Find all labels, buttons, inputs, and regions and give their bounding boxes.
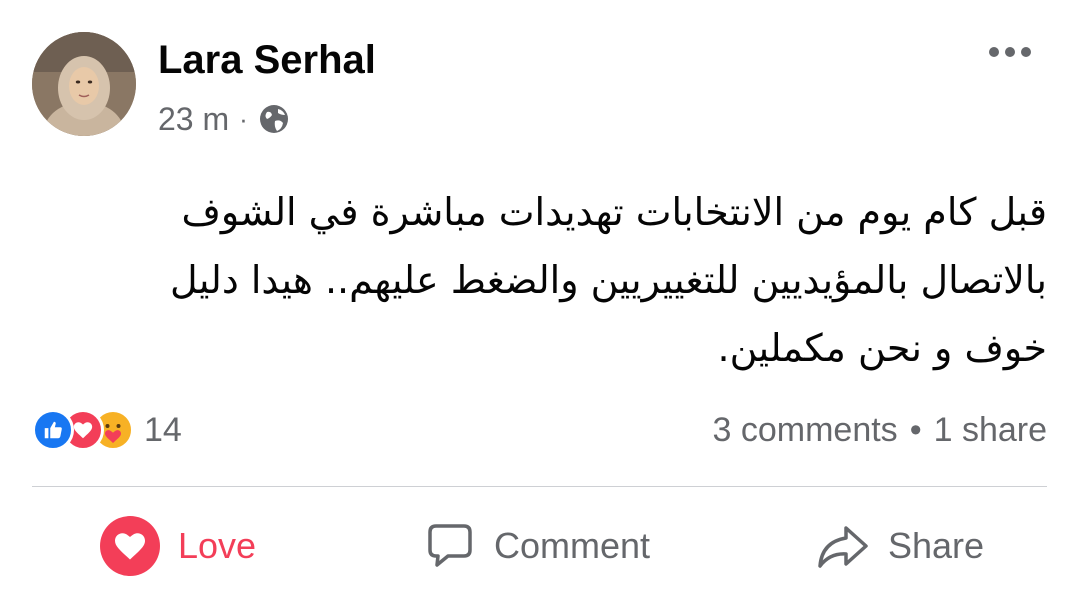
globe-icon[interactable]	[258, 103, 290, 135]
author-name[interactable]: Lara Serhal	[158, 36, 376, 84]
engagement-separator: •	[909, 410, 922, 449]
share-icon	[818, 526, 868, 568]
share-button[interactable]: Share	[816, 514, 984, 578]
reaction-count: 14	[144, 410, 182, 449]
post-timestamp[interactable]: 23 m	[158, 101, 229, 138]
reactions-summary[interactable]: 14	[32, 404, 182, 456]
comments-count[interactable]: 3 comments	[713, 411, 898, 450]
post-meta: 23 m ·	[158, 100, 290, 138]
action-bar: Love Comment Share	[0, 500, 1077, 592]
love-reaction-icon	[100, 516, 160, 576]
meta-separator: ·	[239, 103, 248, 134]
comment-button[interactable]: Comment	[424, 514, 650, 578]
post-text: قبل كام يوم من الانتخابات تهديدات مباشرة…	[170, 190, 1047, 370]
love-button[interactable]: Love	[100, 514, 256, 578]
avatar-photo	[32, 32, 136, 136]
engagement-summary: 3 comments • 1 share	[713, 404, 1048, 456]
shares-count[interactable]: 1 share	[934, 411, 1047, 450]
comment-button-label: Comment	[494, 525, 651, 566]
more-options-button[interactable]	[984, 34, 1036, 70]
like-icon	[32, 409, 74, 451]
more-options-icon	[989, 47, 1031, 57]
comment-icon	[428, 524, 472, 567]
action-divider	[32, 486, 1047, 487]
share-button-label: Share	[888, 525, 985, 566]
author-avatar[interactable]	[32, 32, 136, 136]
love-button-label: Love	[178, 525, 257, 566]
